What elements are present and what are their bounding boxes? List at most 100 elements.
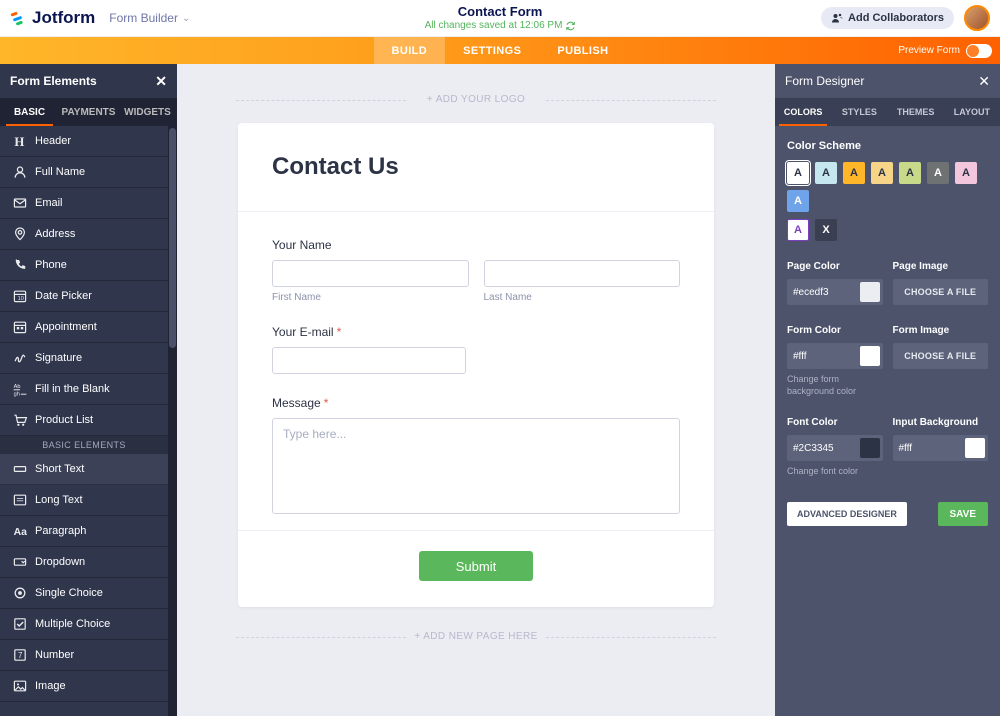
advanced-designer-button[interactable]: ADVANCED DESIGNER	[787, 502, 907, 526]
page-color-value: #ecedf3	[793, 287, 829, 298]
element-appointment[interactable]: Appointment	[0, 312, 168, 343]
submit-section: Submit	[238, 530, 714, 607]
prop-row-form: Form Color #fff Change form background c…	[787, 325, 988, 397]
element-dropdown[interactable]: Dropdown	[0, 547, 168, 578]
page-image-choose-button[interactable]: CHOOSE A FILE	[893, 279, 989, 305]
color-swatch[interactable]: A	[871, 162, 893, 184]
basic-elements-group-label: BASIC ELEMENTS	[0, 436, 168, 454]
close-left-panel-icon[interactable]: ✕	[155, 73, 167, 90]
designer-save-button[interactable]: SAVE	[938, 502, 989, 526]
form-color-label: Form Color	[787, 325, 883, 336]
last-name-input[interactable]	[484, 260, 681, 287]
form-color-input[interactable]: #fff	[787, 343, 883, 369]
form-title[interactable]: Contact Form	[425, 4, 576, 19]
form-card: Contact Us Your Name First Name Last Nam…	[238, 123, 714, 607]
element-phone[interactable]: Phone	[0, 250, 168, 281]
element-label: Single Choice	[35, 587, 103, 599]
tab-settings[interactable]: SETTINGS	[445, 37, 539, 64]
form-color-chip	[860, 346, 880, 366]
element-number[interactable]: 7Number	[0, 640, 168, 671]
element-label: Header	[35, 135, 71, 147]
color-swatch[interactable]: A	[955, 162, 977, 184]
element-image[interactable]: Image	[0, 671, 168, 702]
tab-themes[interactable]: THEMES	[888, 98, 944, 126]
font-color-hint: Change font color	[787, 466, 883, 478]
image-icon	[9, 678, 31, 694]
left-panel-title: Form Elements	[10, 74, 97, 88]
element-single[interactable]: Single Choice	[0, 578, 168, 609]
email-input[interactable]	[272, 347, 466, 374]
subtab-payments[interactable]: PAYMENTS	[59, 98, 118, 126]
element-label: Full Name	[35, 166, 85, 178]
element-short[interactable]: Short Text	[0, 454, 168, 485]
element-label: Paragraph	[35, 525, 86, 537]
left-scrollbar-thumb[interactable]	[169, 128, 176, 348]
color-swatch[interactable]: A	[787, 190, 809, 212]
add-page-placeholder[interactable]: + ADD NEW PAGE HERE	[177, 631, 775, 642]
preview-toggle[interactable]	[966, 44, 992, 58]
field-email[interactable]: Your E-mail*	[272, 325, 680, 374]
add-collaborators-button[interactable]: Add Collaborators	[821, 7, 954, 29]
user-avatar[interactable]	[964, 5, 990, 31]
fill-icon: Abgh	[9, 381, 31, 397]
first-name-input[interactable]	[272, 260, 469, 287]
refresh-icon	[565, 21, 575, 31]
preview-toggle-wrap: Preview Form	[898, 37, 992, 64]
color-swatch[interactable]: A	[787, 162, 809, 184]
element-signature[interactable]: Signature	[0, 343, 168, 374]
element-multiple[interactable]: Multiple Choice	[0, 609, 168, 640]
color-swatch[interactable]: X	[815, 219, 837, 241]
input-bg-value: #fff	[899, 443, 913, 454]
left-scrollbar-track[interactable]	[168, 126, 177, 716]
color-swatch[interactable]: A	[927, 162, 949, 184]
element-header[interactable]: H Header	[0, 126, 168, 157]
input-bg-input[interactable]: #fff	[893, 435, 989, 461]
mode-selector[interactable]: Form Builder ⌄	[109, 11, 190, 25]
tab-colors[interactable]: COLORS	[775, 98, 831, 126]
subtab-widgets[interactable]: WIDGETS	[118, 98, 177, 126]
element-fill[interactable]: AbghFill in the Blank	[0, 374, 168, 405]
form-fields-section: Your Name First Name Last Name	[238, 212, 714, 530]
element-fullname[interactable]: Full Name	[0, 157, 168, 188]
svg-text:10: 10	[18, 296, 24, 302]
collaborators-icon	[831, 12, 843, 24]
page-color-input[interactable]: #ecedf3	[787, 279, 883, 305]
color-swatch[interactable]: A	[843, 162, 865, 184]
required-indicator: *	[324, 396, 329, 410]
appointment-icon	[9, 319, 31, 335]
field-message[interactable]: Message* Type here...	[272, 396, 680, 514]
element-email[interactable]: Email	[0, 188, 168, 219]
message-textarea[interactable]: Type here...	[272, 418, 680, 514]
element-paragraph[interactable]: AaParagraph	[0, 516, 168, 547]
color-swatch[interactable]: A	[815, 162, 837, 184]
element-product[interactable]: Product List	[0, 405, 168, 436]
tab-layout[interactable]: LAYOUT	[944, 98, 1000, 126]
left-panel-header: Form Elements ✕	[0, 64, 177, 98]
designer-bottom-buttons: ADVANCED DESIGNER SAVE	[787, 502, 988, 526]
add-logo-placeholder[interactable]: + ADD YOUR LOGO	[177, 94, 775, 105]
tab-styles[interactable]: STYLES	[831, 98, 887, 126]
tab-build[interactable]: BUILD	[374, 37, 446, 64]
form-heading-section[interactable]: Contact Us	[238, 123, 714, 211]
tab-publish[interactable]: PUBLISH	[539, 37, 626, 64]
color-swatch[interactable]: A	[787, 219, 809, 241]
color-scheme-label: Color Scheme	[787, 140, 988, 152]
chevron-down-icon: ⌄	[182, 13, 190, 24]
element-address[interactable]: Address	[0, 219, 168, 250]
submit-button[interactable]: Submit	[419, 551, 533, 581]
close-right-panel-icon[interactable]: ✕	[978, 73, 990, 90]
required-indicator: *	[337, 325, 342, 339]
subtab-basic[interactable]: BASIC	[0, 98, 59, 126]
color-swatch[interactable]: A	[899, 162, 921, 184]
form-image-label: Form Image	[893, 325, 989, 336]
form-image-choose-button[interactable]: CHOOSE A FILE	[893, 343, 989, 369]
brand-logo[interactable]: Jotform	[10, 8, 95, 28]
element-date[interactable]: 10Date Picker	[0, 281, 168, 312]
font-color-input[interactable]: #2C3345	[787, 435, 883, 461]
right-panel-header: Form Designer ✕	[775, 64, 1000, 98]
element-long[interactable]: Long Text	[0, 485, 168, 516]
element-label: Phone	[35, 259, 67, 271]
header-icon: H	[9, 133, 31, 149]
field-your-name[interactable]: Your Name First Name Last Name	[272, 238, 680, 303]
email-icon	[9, 195, 31, 211]
